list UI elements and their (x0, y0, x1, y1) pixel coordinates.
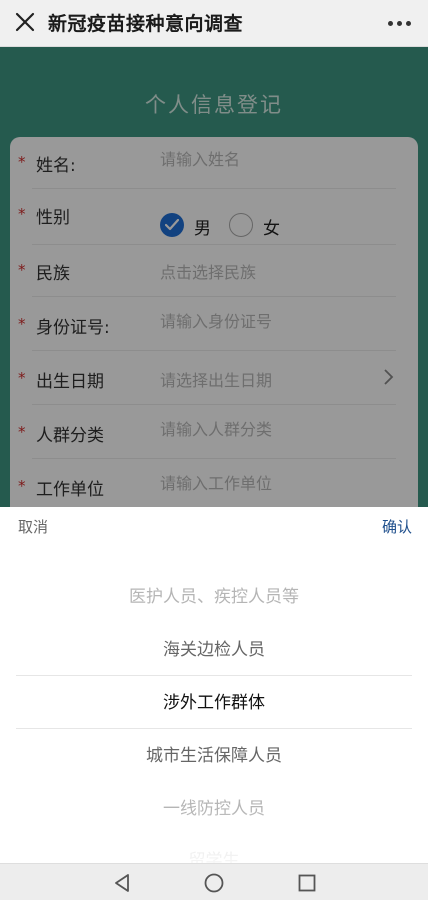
category-picker-sheet: 取消 确认 医护人员、疾控人员等 海关边检人员 涉外工作群体 城市生活保障人员 … (0, 507, 428, 863)
picker-wheel[interactable]: 医护人员、疾控人员等 海关边检人员 涉外工作群体 城市生活保障人员 一线防控人员… (0, 569, 428, 863)
more-icon-dot (406, 21, 411, 26)
close-icon (15, 12, 35, 32)
more-icon (388, 21, 393, 26)
page-title: 新冠疫苗接种意向调查 (48, 13, 244, 35)
back-triangle-icon (115, 874, 129, 892)
picker-option[interactable]: 一线防控人员 (0, 783, 428, 835)
picker-option-selected[interactable]: 涉外工作群体 (0, 677, 428, 729)
picker-selection-line-bottom (16, 728, 412, 729)
home-circle-icon (204, 873, 224, 893)
picker-cancel-button[interactable]: 取消 (18, 516, 48, 537)
home-button[interactable] (203, 872, 225, 894)
system-navigation-bar (0, 863, 428, 900)
picker-selection-line-top (16, 675, 412, 676)
app-screen: 新冠疫苗接种意向调查 个人信息登记 * 姓名: * 性别 (0, 0, 428, 900)
more-button[interactable] (386, 12, 414, 34)
recents-button[interactable] (296, 872, 318, 894)
picker-option[interactable]: 城市生活保障人员 (0, 730, 428, 782)
modal-backdrop[interactable] (0, 47, 428, 507)
recents-square-icon (298, 874, 316, 892)
picker-option[interactable]: 海关边检人员 (0, 624, 428, 676)
picker-option[interactable]: 医护人员、疾控人员等 (0, 571, 428, 623)
more-icon-dot (397, 21, 402, 26)
picker-option[interactable]: 留学生 (0, 835, 428, 863)
back-button[interactable] (112, 872, 134, 894)
top-navigation-bar: 新冠疫苗接种意向调查 (0, 0, 428, 47)
close-button[interactable] (8, 5, 42, 39)
picker-confirm-button[interactable]: 确认 (382, 516, 412, 537)
